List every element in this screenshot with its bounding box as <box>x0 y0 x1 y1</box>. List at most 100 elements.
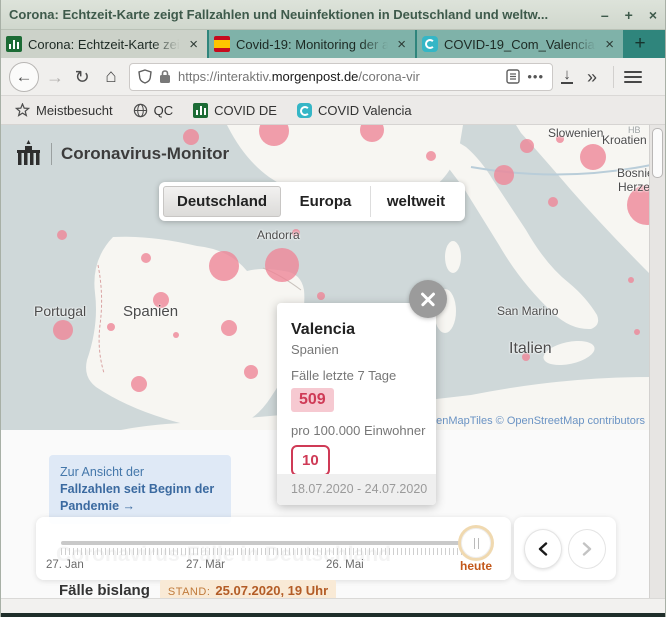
link-line-arrow[interactable]: Pandemie → <box>60 498 220 515</box>
toolbar-separator <box>613 66 614 88</box>
case-bubble[interactable] <box>131 376 147 392</box>
gva-icon <box>297 103 312 118</box>
case-bubble[interactable] <box>548 197 558 207</box>
forward-button: → <box>45 68 65 86</box>
tab-label: Corona: Echtzeit-Karte zeig <box>28 37 180 52</box>
tracking-shield-icon[interactable] <box>138 69 152 84</box>
case-bubble[interactable] <box>221 320 237 336</box>
popup-date-range: 18.07.2020 - 24.07.2020 <box>277 474 436 505</box>
scrollbar-thumb[interactable] <box>652 128 663 178</box>
timeline-ticks <box>61 548 471 555</box>
timeline-step-controls <box>514 517 616 580</box>
timeline-label-jan: 27. Jan <box>46 559 84 571</box>
tab-label: COVID-19_Com_Valenciana <box>444 37 596 52</box>
chevron-right-icon <box>581 542 593 556</box>
case-bubble[interactable] <box>426 151 436 161</box>
reload-button[interactable]: ↻ <box>71 68 93 86</box>
page-scrollbar[interactable] <box>649 125 665 598</box>
tab-covid19-monitoring[interactable]: Covid-19: Monitoring der a × <box>209 30 415 58</box>
tab-deutschland[interactable]: Deutschland <box>163 186 281 217</box>
bookmark-qc[interactable]: QC <box>133 103 174 118</box>
popup-country: Spanien <box>291 342 426 357</box>
toolbar-overflow-icon[interactable]: » <box>581 68 603 86</box>
case-bubble[interactable] <box>209 251 239 281</box>
gva-favicon-icon <box>422 36 438 52</box>
site-header: Coronavirus-Monitor <box>15 140 229 167</box>
downloads-icon[interactable]: ←↓ <box>559 69 575 84</box>
case-bubble[interactable] <box>634 329 640 335</box>
map-place-label: Portugal <box>34 303 86 319</box>
timeline-slider-card: 27. Jan 27. Mär 26. Mai heute <box>36 517 511 580</box>
bookmark-covid-de[interactable]: COVID DE <box>193 103 277 118</box>
case-bubble[interactable] <box>520 139 534 153</box>
popup-region-name: Valencia <box>291 321 426 339</box>
tab-corona-karte[interactable]: Corona: Echtzeit-Karte zeig × <box>1 30 207 58</box>
lock-icon <box>159 69 171 84</box>
stand-label: STAND: <box>168 586 211 598</box>
pandemic-link-box[interactable]: Zur Ansicht der Fallzahlen seit Beginn d… <box>49 455 231 524</box>
timeline-track[interactable] <box>61 541 476 545</box>
maximize-button[interactable]: + <box>625 8 633 22</box>
menu-hamburger-icon[interactable] <box>624 71 642 83</box>
case-bubble[interactable] <box>53 320 73 340</box>
stand-value: 25.07.2020, 19 Uhr <box>215 583 328 598</box>
minimize-button[interactable]: – <box>601 8 609 22</box>
case-bubble[interactable] <box>141 253 151 263</box>
map-attribution[interactable]: © OpenMapTiles © OpenStreetMap contribut… <box>410 415 645 427</box>
status-badge: STAND: 25.07.2020, 19 Uhr <box>160 580 336 598</box>
map-place-label: Andorra <box>257 228 300 242</box>
case-bubble[interactable] <box>317 292 325 300</box>
window-bottom-edge <box>1 613 665 617</box>
window-title: Corona: Echtzeit-Karte zeigt Fallzahlen … <box>9 7 601 22</box>
back-button[interactable]: ← <box>9 62 39 92</box>
case-bubble[interactable] <box>57 230 67 240</box>
new-tab-button[interactable]: + <box>623 30 657 58</box>
tab-covid19-valenciana[interactable]: COVID-19_Com_Valenciana × <box>417 30 623 58</box>
tab-europa[interactable]: Europa <box>281 186 371 217</box>
tab-weltweit[interactable]: weltweit <box>371 186 461 217</box>
navigation-toolbar: ← → ↻ ⌂ https://interaktiv.morgenpost.de… <box>1 58 665 96</box>
timeline-handle[interactable] <box>461 528 491 558</box>
case-bubble[interactable] <box>628 277 634 283</box>
url-text[interactable]: https://interaktiv.morgenpost.de/corona-… <box>178 69 499 84</box>
case-bubble[interactable] <box>494 165 514 185</box>
window-titlebar: Corona: Echtzeit-Karte zeigt Fallzahlen … <box>1 0 665 30</box>
step-back-button[interactable] <box>524 529 562 569</box>
timeline-label-mai: 26. Mai <box>326 559 364 571</box>
map-place-label: Slowenien <box>548 126 603 140</box>
view-switcher: Deutschland Europa weltweit <box>159 182 465 221</box>
popup-close-button[interactable] <box>409 280 447 318</box>
brandenburg-gate-icon <box>15 140 42 167</box>
case-bubble[interactable] <box>265 248 299 282</box>
map-place-label: Kroatien <box>602 133 647 147</box>
timeline-label-heute: heute <box>460 559 492 573</box>
close-window-button[interactable]: × <box>649 8 657 22</box>
case-bubble[interactable] <box>107 323 115 331</box>
tab-close-icon[interactable]: × <box>186 36 201 53</box>
chevron-left-icon <box>537 542 549 556</box>
case-bubble[interactable] <box>244 365 258 379</box>
tab-bar: Corona: Echtzeit-Karte zeig × Covid-19: … <box>1 30 665 58</box>
tab-label: Covid-19: Monitoring der a <box>236 37 388 52</box>
page-actions-icon[interactable]: ••• <box>527 69 544 84</box>
chart-favicon-icon <box>6 36 22 52</box>
chart-icon <box>193 103 208 118</box>
reader-view-icon[interactable] <box>506 69 520 84</box>
popup-cases-value: 509 <box>291 388 334 412</box>
home-button[interactable]: ⌂ <box>99 67 123 86</box>
map-place-label: Herzegow <box>618 180 651 194</box>
tab-close-icon[interactable]: × <box>602 36 617 53</box>
bookmark-meistbesucht[interactable]: Meistbesucht <box>15 103 113 118</box>
link-line: Zur Ansicht der <box>60 464 220 481</box>
url-bar[interactable]: https://interaktiv.morgenpost.de/corona-… <box>129 63 553 91</box>
bookmarks-toolbar: Meistbesucht QC COVID DE COVID Valencia <box>1 96 665 125</box>
case-bubble[interactable] <box>580 144 606 170</box>
map-place-label: Italien <box>509 340 552 358</box>
step-forward-button <box>568 529 606 569</box>
map-place-label: Spanien <box>123 303 178 320</box>
bookmark-covid-valencia[interactable]: COVID Valencia <box>297 103 412 118</box>
logo-separator <box>51 143 52 165</box>
spain-flag-icon <box>214 36 230 52</box>
tab-close-icon[interactable]: × <box>394 36 409 53</box>
case-bubble[interactable] <box>173 332 179 338</box>
